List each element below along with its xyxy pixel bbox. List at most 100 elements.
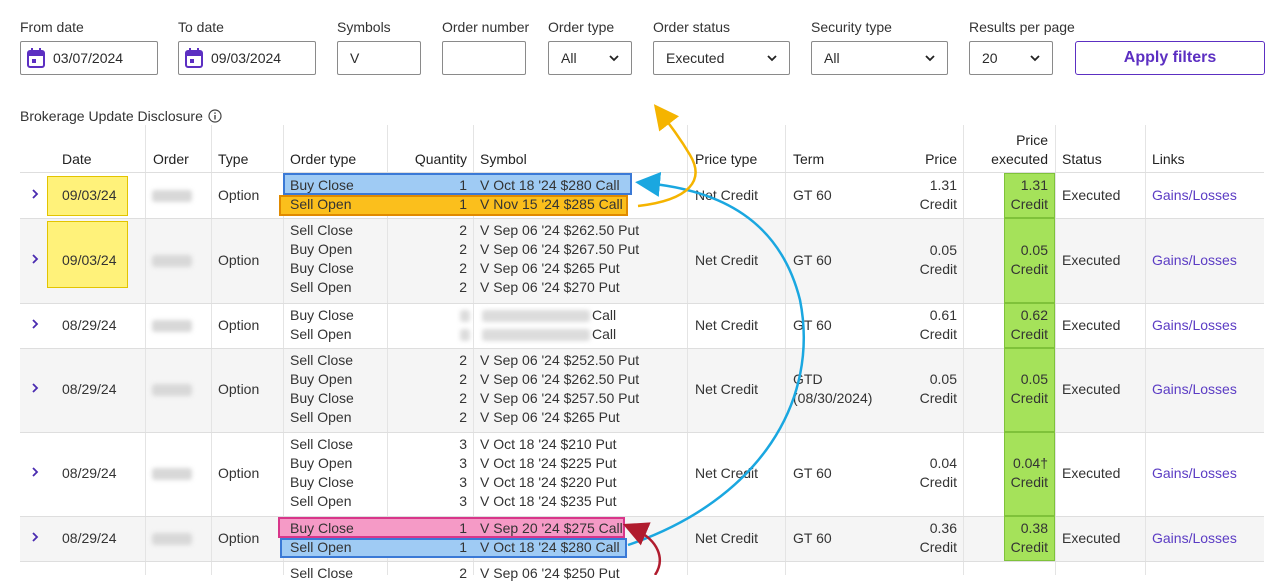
gains-losses-link[interactable]: Gains/Losses bbox=[1152, 464, 1237, 483]
gains-losses-link[interactable]: Gains/Losses bbox=[1152, 316, 1237, 335]
security-type-label: Security type bbox=[811, 19, 892, 35]
chevron-right-icon[interactable] bbox=[30, 319, 40, 329]
results-per-page-value: 20 bbox=[982, 50, 998, 66]
security-type-select[interactable]: All bbox=[811, 41, 948, 75]
calendar-icon[interactable] bbox=[27, 48, 45, 68]
to-date-input[interactable]: 09/03/2024 bbox=[178, 41, 316, 75]
leg-order-type: Buy Close bbox=[290, 474, 354, 490]
from-date-value: 03/07/2024 bbox=[53, 50, 124, 66]
leg-symbol: Call bbox=[592, 326, 617, 342]
leg-order-type: Sell Close bbox=[290, 565, 354, 581]
header-type[interactable]: Type bbox=[218, 151, 248, 167]
chevron-right-icon[interactable] bbox=[30, 383, 40, 393]
header-price-executed-1[interactable]: Price bbox=[975, 132, 1048, 148]
leg-symbol: V Sep 06 '24 $262.50 Put bbox=[480, 222, 640, 238]
calendar-icon[interactable] bbox=[185, 48, 203, 68]
price-executed-value: 0.62 bbox=[1020, 307, 1048, 323]
results-per-page-select[interactable]: 20 bbox=[969, 41, 1053, 75]
leg-symbol: V Sep 06 '24 $262.50 Put bbox=[480, 371, 640, 387]
leg-order-type: Sell Open bbox=[290, 539, 352, 555]
term: GT 60 bbox=[793, 252, 832, 268]
chevron-down-icon bbox=[1030, 55, 1040, 62]
leg-quantity: 2 bbox=[459, 352, 467, 368]
header-quantity[interactable]: Quantity bbox=[395, 151, 467, 167]
order-number-input[interactable] bbox=[442, 41, 526, 75]
leg-quantity: 3 bbox=[459, 474, 467, 490]
header-order-type[interactable]: Order type bbox=[290, 151, 356, 167]
results-per-page-label: Results per page bbox=[969, 19, 1075, 35]
symbols-input[interactable]: V bbox=[337, 41, 421, 75]
leg-order-type: Sell Open bbox=[290, 196, 352, 212]
chevron-right-icon[interactable] bbox=[30, 254, 40, 264]
header-price[interactable]: Price bbox=[880, 151, 957, 167]
leg-order-type: Buy Close bbox=[290, 390, 354, 406]
order-type-label: Order type bbox=[548, 19, 615, 35]
price-executed-unit: Credit bbox=[1010, 326, 1048, 342]
leg-quantity-redacted bbox=[460, 329, 470, 341]
leg-order-type: Sell Close bbox=[290, 352, 354, 368]
column-divider bbox=[145, 125, 146, 575]
header-status[interactable]: Status bbox=[1062, 151, 1102, 167]
price-type: Net Credit bbox=[695, 187, 759, 203]
leg-order-type: Sell Close bbox=[290, 222, 354, 238]
leg-symbol-redacted bbox=[482, 329, 590, 341]
price-executed-value: 0.04† bbox=[1012, 455, 1048, 471]
symbols-label: Symbols bbox=[337, 19, 391, 35]
from-date-input[interactable]: 03/07/2024 bbox=[20, 41, 158, 75]
order-status-label: Order status bbox=[653, 19, 731, 35]
security-type-filter: Security type bbox=[811, 20, 892, 40]
order-type-select[interactable]: All bbox=[548, 41, 632, 75]
leg-order-type: Sell Open bbox=[290, 279, 352, 295]
header-price-executed-2[interactable]: executed bbox=[975, 151, 1048, 167]
price-type: Net Credit bbox=[695, 530, 759, 546]
price-unit: Credit bbox=[919, 261, 957, 277]
column-divider bbox=[963, 125, 964, 575]
price-executed-value: 1.31 bbox=[1020, 177, 1048, 193]
leg-symbol: V Oct 18 '24 $220 Put bbox=[480, 474, 617, 490]
header-term[interactable]: Term bbox=[793, 151, 824, 167]
price-type: Net Credit bbox=[695, 317, 759, 333]
order-status: Executed bbox=[1062, 530, 1121, 546]
gains-losses-link[interactable]: Gains/Losses bbox=[1152, 251, 1237, 270]
info-icon[interactable] bbox=[208, 109, 222, 123]
order-status-select[interactable]: Executed bbox=[653, 41, 790, 75]
header-links[interactable]: Links bbox=[1152, 151, 1185, 167]
leg-symbol: V Sep 06 '24 $265 Put bbox=[480, 409, 620, 425]
price-type: Net Credit bbox=[695, 252, 759, 268]
leg-quantity: 1 bbox=[459, 539, 467, 555]
gains-losses-link[interactable]: Gains/Losses bbox=[1152, 186, 1237, 205]
brokerage-disclosure[interactable]: Brokerage Update Disclosure bbox=[20, 108, 222, 124]
gains-losses-link[interactable]: Gains/Losses bbox=[1152, 380, 1237, 399]
from-date-label: From date bbox=[20, 19, 84, 35]
order-number-redacted bbox=[152, 468, 192, 480]
leg-symbol: V Oct 18 '24 $225 Put bbox=[480, 455, 617, 471]
leg-quantity-redacted bbox=[460, 310, 470, 322]
chevron-right-icon[interactable] bbox=[30, 189, 40, 199]
leg-symbol: V Sep 06 '24 $250 Put bbox=[480, 565, 620, 581]
price-unit: Credit bbox=[919, 390, 957, 406]
to-date-value: 09/03/2024 bbox=[211, 50, 282, 66]
price-executed-unit: Credit bbox=[1010, 390, 1048, 406]
row-divider bbox=[20, 303, 1264, 304]
apply-filters-button[interactable]: Apply filters bbox=[1075, 41, 1265, 75]
header-date[interactable]: Date bbox=[62, 151, 92, 167]
chevron-right-icon[interactable] bbox=[30, 532, 40, 542]
price-value: 0.61 bbox=[929, 307, 957, 323]
header-order[interactable]: Order bbox=[153, 151, 189, 167]
gains-losses-link[interactable]: Gains/Losses bbox=[1152, 529, 1237, 548]
header-divider bbox=[20, 172, 1264, 173]
security-type-value: All bbox=[824, 50, 840, 66]
disclosure-link[interactable]: Brokerage Update Disclosure bbox=[20, 108, 203, 124]
leg-order-type: Buy Open bbox=[290, 241, 353, 257]
leg-order-type: Sell Open bbox=[290, 409, 352, 425]
chevron-right-icon[interactable] bbox=[30, 467, 40, 477]
price-executed-unit: Credit bbox=[1010, 474, 1048, 490]
header-price-type[interactable]: Price type bbox=[695, 151, 757, 167]
header-symbol[interactable]: Symbol bbox=[480, 151, 527, 167]
leg-quantity: 3 bbox=[459, 436, 467, 452]
chevron-down-icon bbox=[925, 55, 935, 62]
column-divider bbox=[1145, 125, 1146, 575]
leg-symbol: V Nov 15 '24 $285 Call bbox=[480, 196, 623, 212]
order-number-redacted bbox=[152, 384, 192, 396]
term: GT 60 bbox=[793, 465, 832, 481]
